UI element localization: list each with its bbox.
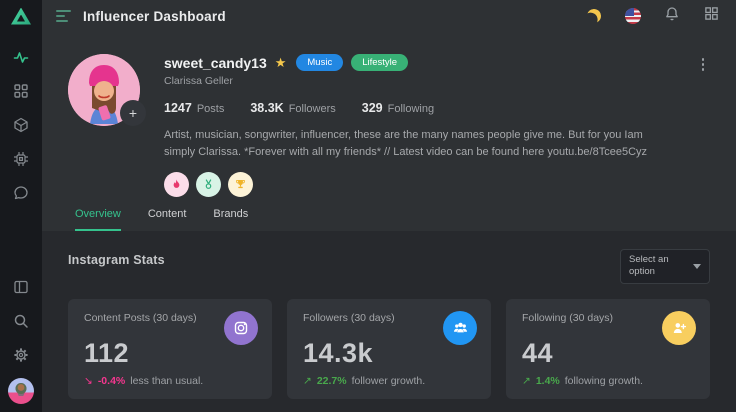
card-footer: ↘ -0.4% less than usual. bbox=[84, 375, 203, 387]
change-value: 22.7% bbox=[317, 375, 347, 387]
card-value: 44 bbox=[522, 338, 694, 369]
topbar-actions bbox=[585, 7, 720, 25]
cube-icon bbox=[13, 117, 29, 138]
profile-header: + sweet_candy13 ★ Music Lifestyle Claris… bbox=[42, 32, 736, 197]
app-logo[interactable] bbox=[0, 0, 42, 32]
tag-music: Music bbox=[296, 54, 343, 71]
card-value: 14.3k bbox=[303, 338, 475, 369]
moon-icon bbox=[586, 8, 602, 24]
us-flag-icon bbox=[625, 8, 641, 24]
activity-icon bbox=[13, 49, 29, 70]
chat-bubble-icon bbox=[13, 185, 29, 206]
trend-up-icon: ↗ bbox=[522, 375, 531, 387]
change-desc: less than usual. bbox=[130, 375, 203, 387]
trend-up-icon: ↗ bbox=[303, 375, 312, 387]
language-selector[interactable] bbox=[624, 7, 642, 25]
card-footer: ↗ 1.4% following growth. bbox=[522, 375, 643, 387]
tag-lifestyle: Lifestyle bbox=[351, 54, 408, 71]
stat-following-value: 329 bbox=[362, 101, 383, 115]
stat-cards-row: Content Posts (30 days) 112 ↘ -0.4% less… bbox=[68, 299, 710, 399]
stat-posts-value: 1247 bbox=[164, 101, 192, 115]
app-root: Influencer Dashboard bbox=[0, 0, 736, 412]
stat-following-label: Following bbox=[388, 103, 434, 115]
user-avatar[interactable] bbox=[8, 378, 34, 404]
sidebar-item-dashboard[interactable] bbox=[0, 76, 42, 110]
card-content-posts: Content Posts (30 days) 112 ↘ -0.4% less… bbox=[68, 299, 272, 399]
profile-name-row: sweet_candy13 ★ Music Lifestyle bbox=[164, 54, 664, 71]
top-bar: Influencer Dashboard bbox=[42, 0, 736, 32]
caret-down-icon bbox=[693, 264, 701, 269]
trend-down-icon: ↘ bbox=[84, 375, 93, 387]
triangle-logo-icon bbox=[11, 8, 31, 25]
search-icon bbox=[13, 313, 29, 334]
apps-button[interactable] bbox=[702, 7, 720, 25]
apps-grid-icon bbox=[704, 6, 719, 26]
option-select-value: Select an option bbox=[629, 254, 685, 279]
star-icon: ★ bbox=[275, 55, 287, 71]
stat-followers: 38.3K Followers bbox=[250, 101, 335, 115]
tab-brands[interactable]: Brands bbox=[213, 208, 248, 231]
profile-menu-button[interactable] bbox=[696, 54, 711, 75]
sidebar-bottom bbox=[0, 272, 42, 412]
main-area: Influencer Dashboard bbox=[42, 0, 736, 412]
change-value: 1.4% bbox=[536, 375, 560, 387]
chip-icon bbox=[13, 151, 29, 172]
layout-panel-icon bbox=[13, 279, 29, 300]
menu-toggle-button[interactable] bbox=[56, 7, 71, 25]
dark-mode-toggle[interactable] bbox=[585, 7, 603, 25]
sidebar-item-activity[interactable] bbox=[0, 42, 42, 76]
content-panel: Instagram Stats Select an option Content… bbox=[42, 231, 736, 412]
card-value: 112 bbox=[84, 338, 256, 369]
page-title: Influencer Dashboard bbox=[83, 9, 226, 24]
sidebar-item-messages[interactable] bbox=[0, 178, 42, 212]
tab-content[interactable]: Content bbox=[148, 208, 187, 231]
stat-posts: 1247 Posts bbox=[164, 101, 224, 115]
sidebar-item-search[interactable] bbox=[0, 306, 42, 340]
instagram-icon bbox=[224, 311, 258, 345]
profile-avatar-wrap: + bbox=[68, 54, 140, 126]
gear-icon bbox=[13, 347, 29, 368]
person-add-icon bbox=[662, 311, 696, 345]
stat-followers-value: 38.3K bbox=[250, 101, 283, 115]
tab-overview[interactable]: Overview bbox=[75, 208, 121, 231]
tab-bar: Overview Content Brands bbox=[42, 208, 736, 231]
flame-badge-icon bbox=[164, 172, 189, 197]
profile-stats: 1247 Posts 38.3K Followers 329 Following bbox=[164, 101, 664, 115]
username: sweet_candy13 bbox=[164, 55, 267, 71]
change-desc: follower growth. bbox=[352, 375, 426, 387]
sidebar bbox=[0, 0, 42, 412]
section-title: Instagram Stats bbox=[68, 253, 165, 267]
card-followers: Followers (30 days) 14.3k ↗ 22.7% follow… bbox=[287, 299, 491, 399]
people-group-icon bbox=[443, 311, 477, 345]
bell-icon bbox=[664, 6, 680, 27]
stat-following: 329 Following bbox=[362, 101, 434, 115]
medal-badge-icon bbox=[196, 172, 221, 197]
sidebar-nav bbox=[0, 42, 42, 212]
change-desc: following growth. bbox=[565, 375, 643, 387]
notifications-button[interactable] bbox=[663, 7, 681, 25]
achievement-badges bbox=[164, 172, 664, 197]
change-value: -0.4% bbox=[98, 375, 125, 387]
grid-icon bbox=[13, 83, 29, 104]
full-name: Clarissa Geller bbox=[164, 75, 664, 87]
stat-posts-label: Posts bbox=[197, 103, 225, 115]
trophy-badge-icon bbox=[228, 172, 253, 197]
sidebar-item-layout[interactable] bbox=[0, 272, 42, 306]
sidebar-item-settings[interactable] bbox=[0, 340, 42, 374]
profile-bio: Artist, musician, songwriter, influencer… bbox=[164, 127, 664, 161]
sidebar-item-integrations[interactable] bbox=[0, 144, 42, 178]
card-footer: ↗ 22.7% follower growth. bbox=[303, 375, 425, 387]
sidebar-item-packages[interactable] bbox=[0, 110, 42, 144]
option-select[interactable]: Select an option bbox=[620, 249, 710, 284]
section-header: Instagram Stats Select an option bbox=[68, 249, 710, 284]
add-story-button[interactable]: + bbox=[120, 100, 146, 126]
card-following: Following (30 days) 44 ↗ 1.4% following … bbox=[506, 299, 710, 399]
stat-followers-label: Followers bbox=[289, 103, 336, 115]
profile-info: sweet_candy13 ★ Music Lifestyle Clarissa… bbox=[164, 54, 664, 197]
